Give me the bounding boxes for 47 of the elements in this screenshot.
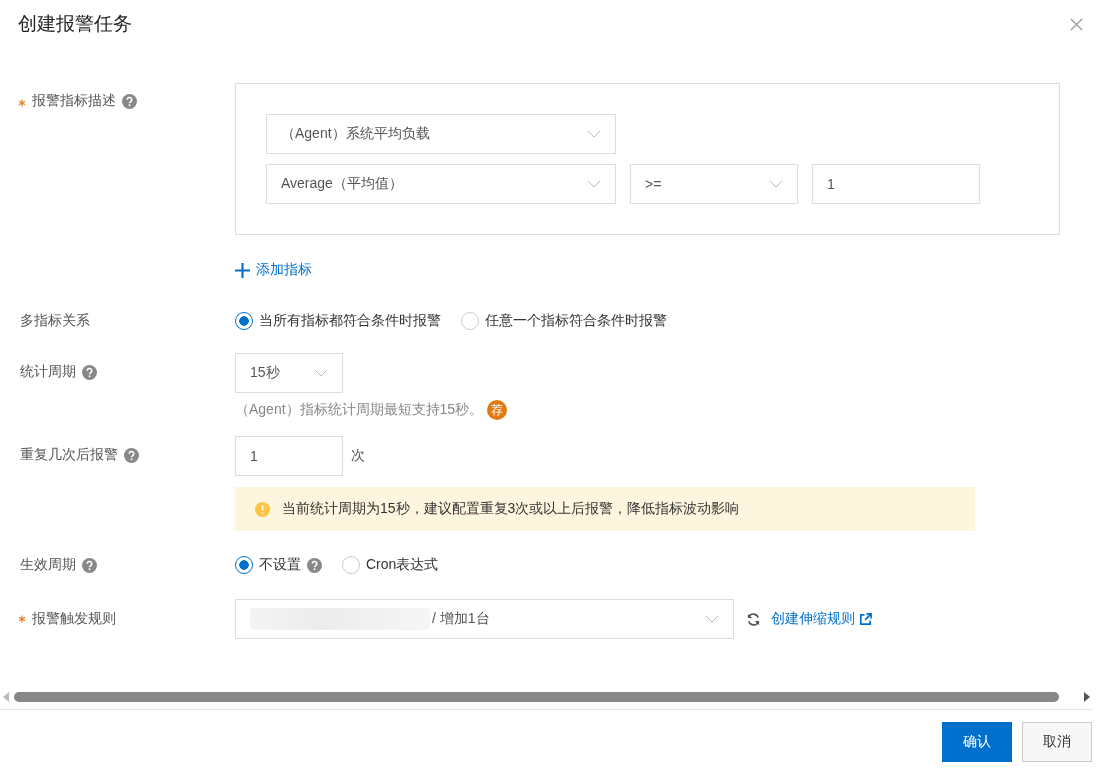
chevron-icon bbox=[705, 615, 719, 623]
warning-icon bbox=[255, 501, 270, 517]
create-rule-link[interactable]: 创建伸缩规则 bbox=[771, 610, 872, 628]
help-icon[interactable] bbox=[82, 557, 97, 573]
notice-text: 当前统计周期为15秒，建议配置重复3次或以上后报警，降低指标波动影响 bbox=[282, 500, 740, 518]
field-label: 统计周期 bbox=[20, 363, 76, 381]
scroll-left-icon[interactable] bbox=[2, 692, 10, 702]
field-label: 多指标关系 bbox=[20, 312, 90, 330]
help-icon[interactable] bbox=[307, 557, 322, 573]
recommend-badge: 荐 bbox=[487, 400, 508, 420]
plus-icon bbox=[235, 262, 250, 278]
chevron-icon bbox=[587, 130, 601, 138]
help-icon[interactable] bbox=[122, 93, 137, 109]
help-icon[interactable] bbox=[82, 364, 97, 380]
metric-select[interactable]: （Agent）系统平均负载 bbox=[266, 114, 616, 154]
cancel-button[interactable]: 取消 bbox=[1022, 722, 1092, 762]
chevron-icon bbox=[587, 180, 601, 188]
radio-option[interactable]: 不设置 bbox=[235, 556, 301, 574]
threshold-input[interactable]: 1 bbox=[812, 164, 980, 204]
refresh-icon[interactable] bbox=[746, 611, 761, 627]
add-metric-link[interactable]: 添加指标 bbox=[235, 261, 312, 279]
repeat-count-input[interactable]: 1 bbox=[235, 436, 343, 476]
external-link-icon bbox=[859, 612, 872, 626]
radio-button[interactable] bbox=[235, 556, 253, 574]
field-label: 生效周期 bbox=[20, 556, 76, 574]
operator-select[interactable]: >= bbox=[630, 164, 798, 204]
unit-text: 次 bbox=[351, 447, 365, 465]
hint-text: （Agent）指标统计周期最短支持15秒。 bbox=[235, 401, 484, 419]
radio-option[interactable]: Cron表达式 bbox=[342, 556, 439, 574]
field-label: 报警指标描述 bbox=[31, 92, 116, 110]
horizontal-scrollbar[interactable] bbox=[0, 689, 1093, 710]
chevron-icon bbox=[769, 180, 783, 188]
rule-select[interactable]: / 增加1台 bbox=[235, 599, 734, 639]
chevron-icon bbox=[314, 369, 328, 377]
statistic-select[interactable]: Average（平均值） bbox=[266, 164, 616, 204]
field-label: 重复几次后报警 bbox=[20, 446, 118, 464]
close-icon[interactable] bbox=[1070, 17, 1083, 31]
field-label: 报警触发规则 bbox=[31, 610, 116, 628]
dialog-title: 创建报警任务 bbox=[18, 12, 132, 36]
rule-value: / 增加1台 bbox=[432, 610, 490, 628]
radio-option[interactable]: 当所有指标都符合条件时报警 bbox=[235, 312, 441, 330]
confirm-button[interactable]: 确认 bbox=[942, 722, 1012, 762]
period-select[interactable]: 15秒 bbox=[235, 353, 343, 393]
help-icon[interactable] bbox=[124, 447, 139, 463]
scroll-right-icon[interactable] bbox=[1083, 692, 1091, 702]
radio-button[interactable] bbox=[235, 312, 253, 330]
radio-option[interactable]: 任意一个指标符合条件时报警 bbox=[461, 312, 667, 330]
